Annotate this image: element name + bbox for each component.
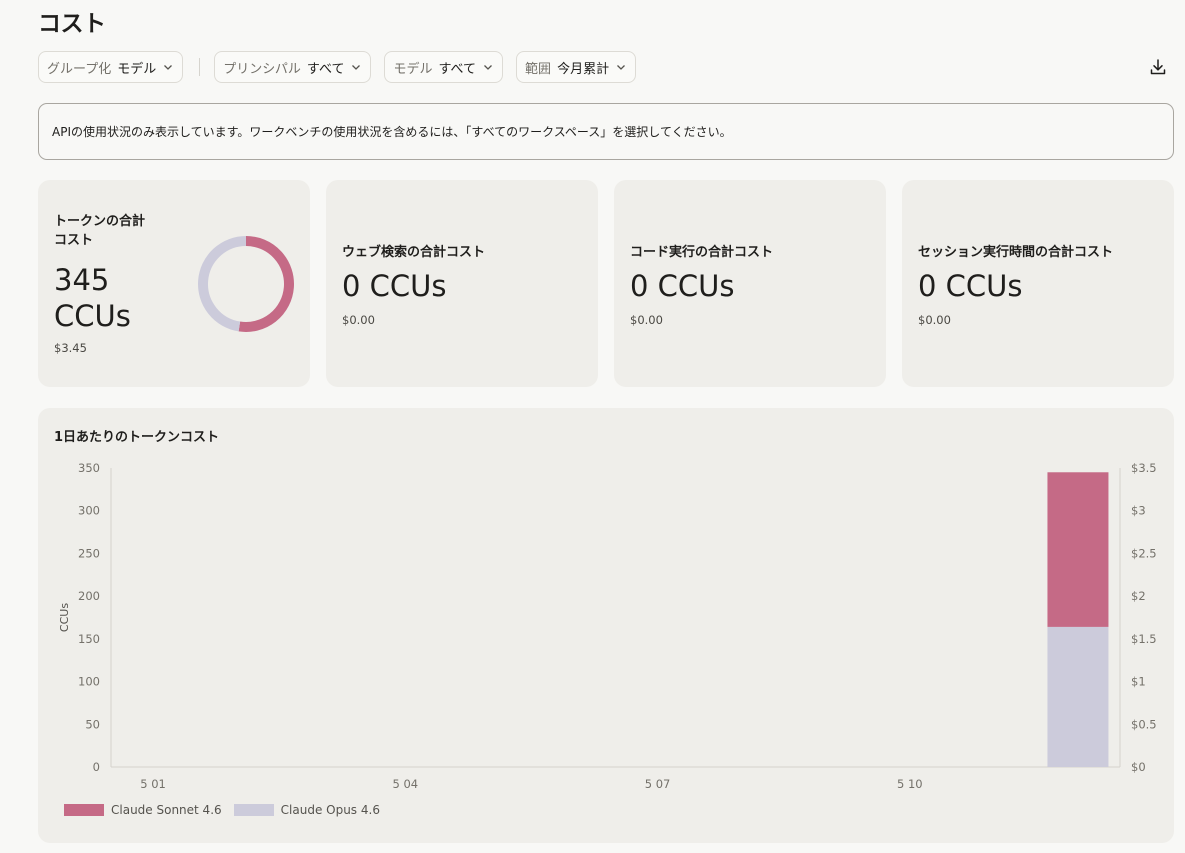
bar-segment[interactable]	[1047, 626, 1109, 767]
chevron-down-icon	[617, 65, 626, 70]
card-subvalue: $0.00	[342, 313, 375, 327]
y-tick-label: 50	[85, 717, 100, 731]
principal-filter[interactable]: プリンシパル すべて	[214, 51, 372, 83]
filter-value: すべて	[438, 61, 477, 77]
card-label: ウェブ検索の合計コスト	[342, 245, 486, 260]
card-subvalue: $0.00	[918, 313, 951, 327]
y2-tick-label: $0	[1131, 760, 1146, 774]
y2-tick-label: $2.5	[1131, 546, 1157, 560]
legend-item-sonnet[interactable]: Claude Sonnet 4.6	[64, 803, 222, 817]
token-cost-donut-chart	[198, 236, 294, 332]
code-execution-cost-card: コード実行の合計コスト 0 CCUs $0.00	[614, 180, 886, 387]
filter-value: 今月累計	[557, 61, 610, 77]
y-tick-label: 350	[78, 461, 100, 475]
donut-segment-sonnet	[238, 236, 294, 332]
y-tick-label: 0	[93, 760, 100, 774]
filter-label: グループ化	[47, 61, 112, 77]
legend-swatch	[233, 804, 274, 816]
y2-tick-label: $3.5	[1131, 461, 1157, 475]
filter-label: モデル	[393, 61, 433, 77]
y2-tick-label: $3	[1131, 504, 1146, 518]
card-value: 0 CCUs	[342, 269, 447, 303]
token-cost-card: トークンの合計コスト 345 CCUs $3.45	[38, 180, 310, 387]
y-tick-label: 300	[78, 504, 100, 518]
chart-legend: Claude Sonnet 4.6 Claude Opus 4.6	[64, 803, 392, 817]
chevron-down-icon	[484, 65, 493, 70]
x-tick-label: 5 01	[140, 777, 166, 791]
y2-tick-label: $2	[1131, 589, 1146, 603]
x-tick-label: 5 10	[897, 777, 923, 791]
y2-tick-label: $1	[1131, 675, 1146, 689]
card-subvalue: $3.45	[54, 341, 87, 355]
y-axis-label: CCUs	[58, 603, 71, 632]
daily-token-cost-chart: 0 50 100 150 200 250 300 350 $0 $0.5 $1 $1.5 $2 $2.5 $…	[58, 461, 1157, 791]
page-title: コスト	[38, 11, 106, 37]
info-notice: APIの使用状況のみ表示しています。ワークベンチの使用状況を含めるには、「すべて…	[38, 103, 1174, 160]
card-value: 345 CCUs	[54, 263, 131, 333]
filter-value: モデル	[117, 61, 157, 77]
card-subvalue: $0.00	[630, 313, 663, 327]
filter-label: プリンシパル	[223, 61, 301, 77]
y-tick-label: 250	[78, 546, 100, 560]
card-value: 0 CCUs	[630, 269, 735, 303]
donut-segment-opus	[198, 236, 247, 332]
bar-segment[interactable]	[1047, 472, 1109, 627]
chevron-down-icon	[164, 65, 173, 70]
chevron-down-icon	[352, 65, 361, 70]
legend-label: Claude Opus 4.6	[280, 803, 380, 817]
daily-token-cost-panel: 1日あたりのトークンコスト 0 50 100 150 200 250 300 350 $0 $0.…	[38, 408, 1174, 843]
card-value: 0 CCUs	[918, 269, 1023, 303]
card-label: セッション実行時間の合計コスト	[918, 245, 1114, 260]
legend-item-opus[interactable]: Claude Opus 4.6	[233, 803, 380, 817]
filter-value: すべて	[306, 61, 345, 77]
download-icon[interactable]	[1148, 57, 1168, 77]
filter-bar: グループ化 モデル プリンシパル すべて モデル すべて 範囲 今月累計	[38, 51, 649, 83]
y-tick-label: 150	[78, 632, 100, 646]
filter-label: 範囲	[525, 61, 552, 77]
web-search-cost-card: ウェブ検索の合計コスト 0 CCUs $0.00	[326, 180, 598, 387]
session-runtime-cost-card: セッション実行時間の合計コスト 0 CCUs $0.00	[902, 180, 1174, 387]
model-filter[interactable]: モデル すべて	[384, 51, 504, 83]
card-label: トークンの合計コスト	[54, 214, 146, 248]
legend-label: Claude Sonnet 4.6	[111, 803, 222, 817]
y2-tick-label: $1.5	[1131, 632, 1157, 646]
x-tick-label: 5 04	[392, 777, 418, 791]
x-tick-label: 5 07	[645, 777, 671, 791]
filter-divider	[199, 58, 201, 76]
group-by-filter[interactable]: グループ化 モデル	[38, 51, 184, 83]
card-label: コード実行の合計コスト	[630, 245, 774, 260]
y-tick-label: 200	[78, 589, 100, 603]
range-filter[interactable]: 範囲 今月累計	[516, 51, 637, 83]
legend-swatch	[64, 804, 104, 816]
y-tick-label: 100	[78, 675, 100, 689]
y2-tick-label: $0.5	[1131, 717, 1157, 731]
